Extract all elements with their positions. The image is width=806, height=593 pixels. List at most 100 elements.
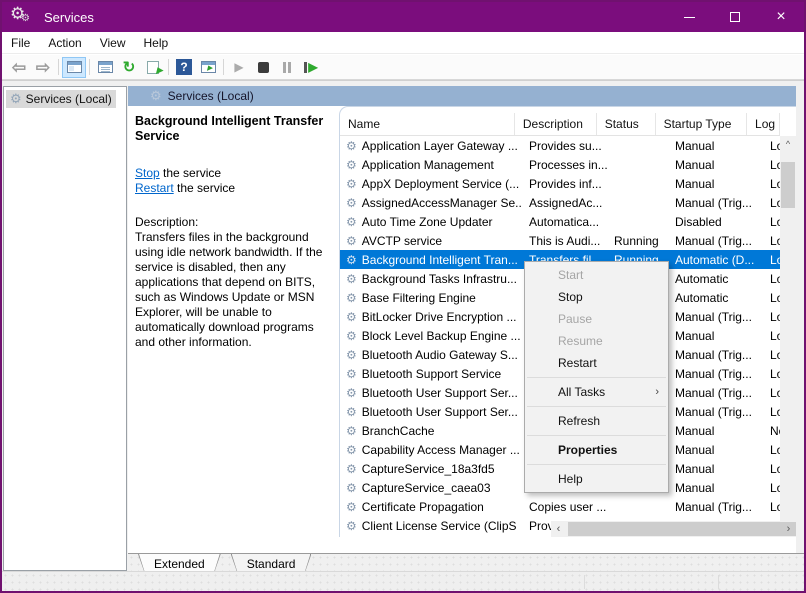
services-gear-icon: ⚙ [150, 88, 162, 104]
start-service-button[interactable]: ▶ [227, 57, 251, 78]
service-row[interactable]: ⚙ AssignedAccessManager Se...AssignedAc..… [340, 193, 780, 212]
restart-service-button[interactable]: ▶ [299, 57, 323, 78]
service-gear-icon: ⚙ [346, 196, 357, 210]
service-startup-cell: Manual [668, 481, 763, 495]
minimize-button[interactable] [666, 2, 712, 32]
service-gear-icon: ⚙ [346, 462, 357, 476]
service-row[interactable]: ⚙Auto Time Zone UpdaterAutomatica...Disa… [340, 212, 780, 231]
service-name-cell: ⚙Base Filtering Engine [340, 291, 522, 305]
service-gear-icon: ⚙ [346, 272, 357, 286]
context-menu-item-help[interactable]: Help [525, 468, 668, 490]
service-description-cell: Copies user ... [522, 500, 607, 514]
chevron-right-icon: › [787, 523, 791, 535]
tab-label: Extended [138, 554, 221, 571]
stop-service-link[interactable]: Stop [135, 166, 160, 180]
service-row[interactable]: ⚙Application Layer Gateway ...Provides s… [340, 136, 780, 155]
selected-service-title: Background Intelligent Transfer Service [135, 114, 335, 144]
menu-view[interactable]: View [91, 33, 135, 53]
pause-service-button[interactable] [275, 57, 299, 78]
horizontal-scrollbar[interactable]: ‹ › [551, 521, 796, 537]
column-header-startup-type[interactable]: Startup Type [656, 113, 747, 135]
service-gear-icon: ⚙ [346, 443, 357, 457]
service-name: Application Management [362, 158, 494, 172]
back-button[interactable]: ⇦ [7, 57, 31, 78]
toolbar-separator [58, 59, 59, 75]
column-header-log[interactable]: Log [747, 113, 780, 135]
service-description-cell: AssignedAc... [522, 196, 607, 210]
context-menu-item-properties[interactable]: Properties [525, 439, 668, 461]
scroll-right-button[interactable]: › [781, 521, 796, 537]
service-row[interactable]: ⚙AVCTP serviceThis is Audi...RunningManu… [340, 231, 780, 250]
service-name-cell: ⚙Client License Service (ClipS [340, 519, 522, 533]
stop-service-icon [258, 62, 269, 73]
window-title: Services [44, 10, 94, 25]
tree-item-services-local[interactable]: ⚙ Services (Local) [6, 90, 116, 108]
service-description-pane: Background Intelligent Transfer Service … [128, 106, 339, 537]
service-row[interactable]: ⚙Application ManagementProcesses in...Ma… [340, 155, 780, 174]
menu-help[interactable]: Help [135, 33, 178, 53]
service-row[interactable]: ⚙Certificate PropagationCopies user ...M… [340, 497, 780, 516]
description-text: Transfers files in the background using … [135, 230, 322, 349]
export-list-button[interactable]: ▶ [141, 57, 165, 78]
close-icon: × [776, 9, 785, 25]
close-button[interactable]: × [758, 2, 804, 32]
toolbar: ⇦ ⇨ ↻ ▶ ? ▶ ▶ ▶ [2, 55, 804, 80]
forward-button[interactable]: ⇨ [31, 57, 55, 78]
service-context-menu: StartStopPauseResumeRestartAll Tasks›Ref… [524, 261, 669, 493]
service-gear-icon: ⚙ [346, 177, 357, 191]
toolbar-separator [168, 59, 169, 75]
service-name-cell: ⚙Background Tasks Infrastru... [340, 272, 522, 286]
show-console-tree-button[interactable] [62, 57, 86, 78]
scroll-left-button[interactable]: ‹ [551, 521, 566, 537]
service-startup-cell: Automatic (D... [668, 253, 763, 267]
refresh-button[interactable]: ↻ [117, 57, 141, 78]
service-name: AssignedAccessManager Se... [362, 196, 522, 210]
restart-service-link[interactable]: Restart [135, 181, 174, 195]
list-header: Name^DescriptionStatusStartup TypeLog [340, 107, 780, 136]
properties-icon [98, 61, 113, 73]
column-header-status[interactable]: Status [597, 113, 656, 135]
service-name: Bluetooth Audio Gateway S... [362, 348, 518, 362]
column-header-name[interactable]: Name^ [340, 113, 515, 135]
context-menu-item-start: Start [525, 264, 668, 286]
context-menu-item-refresh[interactable]: Refresh [525, 410, 668, 432]
service-gear-icon: ⚙ [346, 253, 357, 267]
maximize-button[interactable] [712, 2, 758, 32]
scroll-up-button[interactable]: ^ [780, 136, 796, 151]
stop-service-button[interactable] [251, 57, 275, 78]
help-button[interactable]: ? [172, 57, 196, 78]
service-gear-icon: ⚙ [346, 386, 357, 400]
service-name: Capability Access Manager ... [362, 443, 520, 457]
service-startup-cell: Manual (Trig... [668, 405, 763, 419]
service-gear-icon: ⚙ [346, 500, 357, 514]
context-menu-item-stop[interactable]: Stop [525, 286, 668, 308]
menu-separator [527, 435, 666, 436]
column-header-description[interactable]: Description [515, 113, 597, 135]
service-name-cell: ⚙Bluetooth Audio Gateway S... [340, 348, 522, 362]
show-action-pane-button[interactable]: ▶ [196, 57, 220, 78]
service-startup-cell: Manual [668, 424, 763, 438]
service-name-cell: ⚙AVCTP service [340, 234, 522, 248]
service-link-suffix: the service [160, 166, 221, 180]
service-name-cell: ⚙Bluetooth User Support Ser... [340, 386, 522, 400]
service-name: Bluetooth User Support Ser... [362, 405, 518, 419]
context-menu-item-restart[interactable]: Restart [525, 352, 668, 374]
window-controls: × [666, 2, 804, 32]
vertical-scrollbar[interactable]: ^ v [780, 136, 796, 537]
service-name-cell: ⚙Application Layer Gateway ... [340, 139, 522, 153]
horizontal-scroll-thumb[interactable] [568, 522, 796, 536]
vertical-scroll-thumb[interactable] [781, 162, 795, 208]
minimize-icon [684, 17, 695, 18]
menu-file[interactable]: File [2, 33, 39, 53]
service-gear-icon: ⚙ [346, 310, 357, 324]
properties-button[interactable] [93, 57, 117, 78]
menu-action[interactable]: Action [39, 33, 90, 53]
service-startup-cell: Manual [668, 443, 763, 457]
service-name-cell: ⚙Auto Time Zone Updater [340, 215, 522, 229]
service-description-cell: Provides su... [522, 139, 607, 153]
service-status-cell: Running [607, 234, 668, 248]
service-row[interactable]: ⚙AppX Deployment Service (...Provides in… [340, 174, 780, 193]
context-menu-item-all-tasks[interactable]: All Tasks› [525, 381, 668, 403]
status-bar [2, 571, 804, 591]
console-tree-icon [67, 61, 82, 73]
